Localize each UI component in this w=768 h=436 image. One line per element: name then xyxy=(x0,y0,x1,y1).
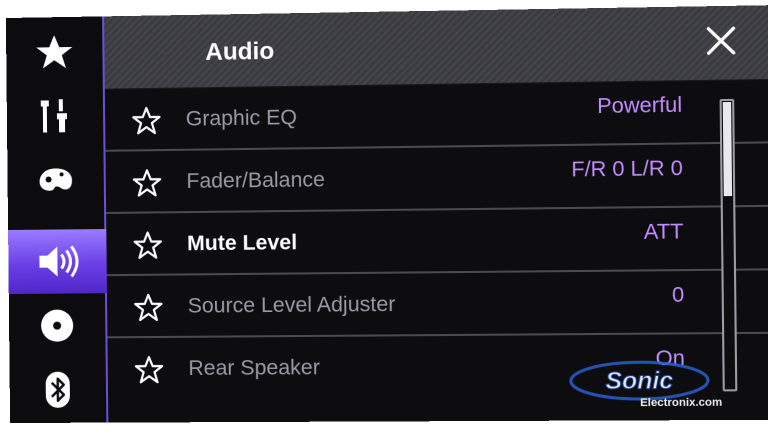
list-item-mute-level[interactable]: Mute Level ATT xyxy=(106,206,768,277)
speaker-icon xyxy=(39,244,79,277)
close-button[interactable] xyxy=(700,20,742,62)
sidebar-item-bluetooth[interactable] xyxy=(9,357,106,422)
scrollbar[interactable] xyxy=(719,98,738,392)
item-value: 0 xyxy=(671,283,685,307)
sidebar xyxy=(5,16,109,424)
settings-tools-icon xyxy=(40,99,67,133)
theme-palette-icon xyxy=(39,168,72,191)
star-icon xyxy=(36,35,73,69)
sidebar-item-disc[interactable] xyxy=(9,293,106,358)
watermark-sub: Electronix.com xyxy=(640,397,722,410)
favorite-star-icon[interactable] xyxy=(131,106,162,137)
item-value: ATT xyxy=(643,220,684,244)
sidebar-item-audio[interactable] xyxy=(8,228,107,294)
page-title: Audio xyxy=(205,37,275,66)
list-item-graphic-eq[interactable]: Graphic EQ Powerful xyxy=(104,79,768,152)
close-icon xyxy=(705,25,737,56)
sidebar-item-settings[interactable] xyxy=(7,84,104,149)
favorite-star-icon[interactable] xyxy=(132,230,163,260)
item-label: Graphic EQ xyxy=(185,105,298,131)
item-label: Mute Level xyxy=(186,231,298,256)
list-item-source-level-adjuster[interactable]: Source Level Adjuster 0 xyxy=(106,270,768,339)
sidebar-item-theme[interactable] xyxy=(7,148,104,213)
item-label: Fader/Balance xyxy=(186,168,326,193)
item-label: Source Level Adjuster xyxy=(187,292,396,318)
watermark-brand: Sonic xyxy=(605,367,673,395)
item-value: F/R 0 L/R 0 xyxy=(571,156,683,182)
sidebar-item-favorites[interactable] xyxy=(6,19,103,85)
favorite-star-icon[interactable] xyxy=(134,355,165,385)
scrollbar-thumb[interactable] xyxy=(722,101,733,197)
bluetooth-icon xyxy=(45,371,70,408)
header: Audio xyxy=(104,5,768,90)
disc-icon xyxy=(41,309,74,342)
watermark-logo: Sonic Electronix.com xyxy=(567,360,722,410)
list-item-fader-balance[interactable]: Fader/Balance F/R 0 L/R 0 xyxy=(105,143,768,214)
item-label: Rear Speaker xyxy=(188,356,320,381)
favorite-star-icon[interactable] xyxy=(132,168,163,198)
head-unit-screen: Audio Graphic EQ Powerful Fader/Balance … xyxy=(5,5,768,424)
item-value: Powerful xyxy=(597,93,683,119)
favorite-star-icon[interactable] xyxy=(133,293,164,323)
